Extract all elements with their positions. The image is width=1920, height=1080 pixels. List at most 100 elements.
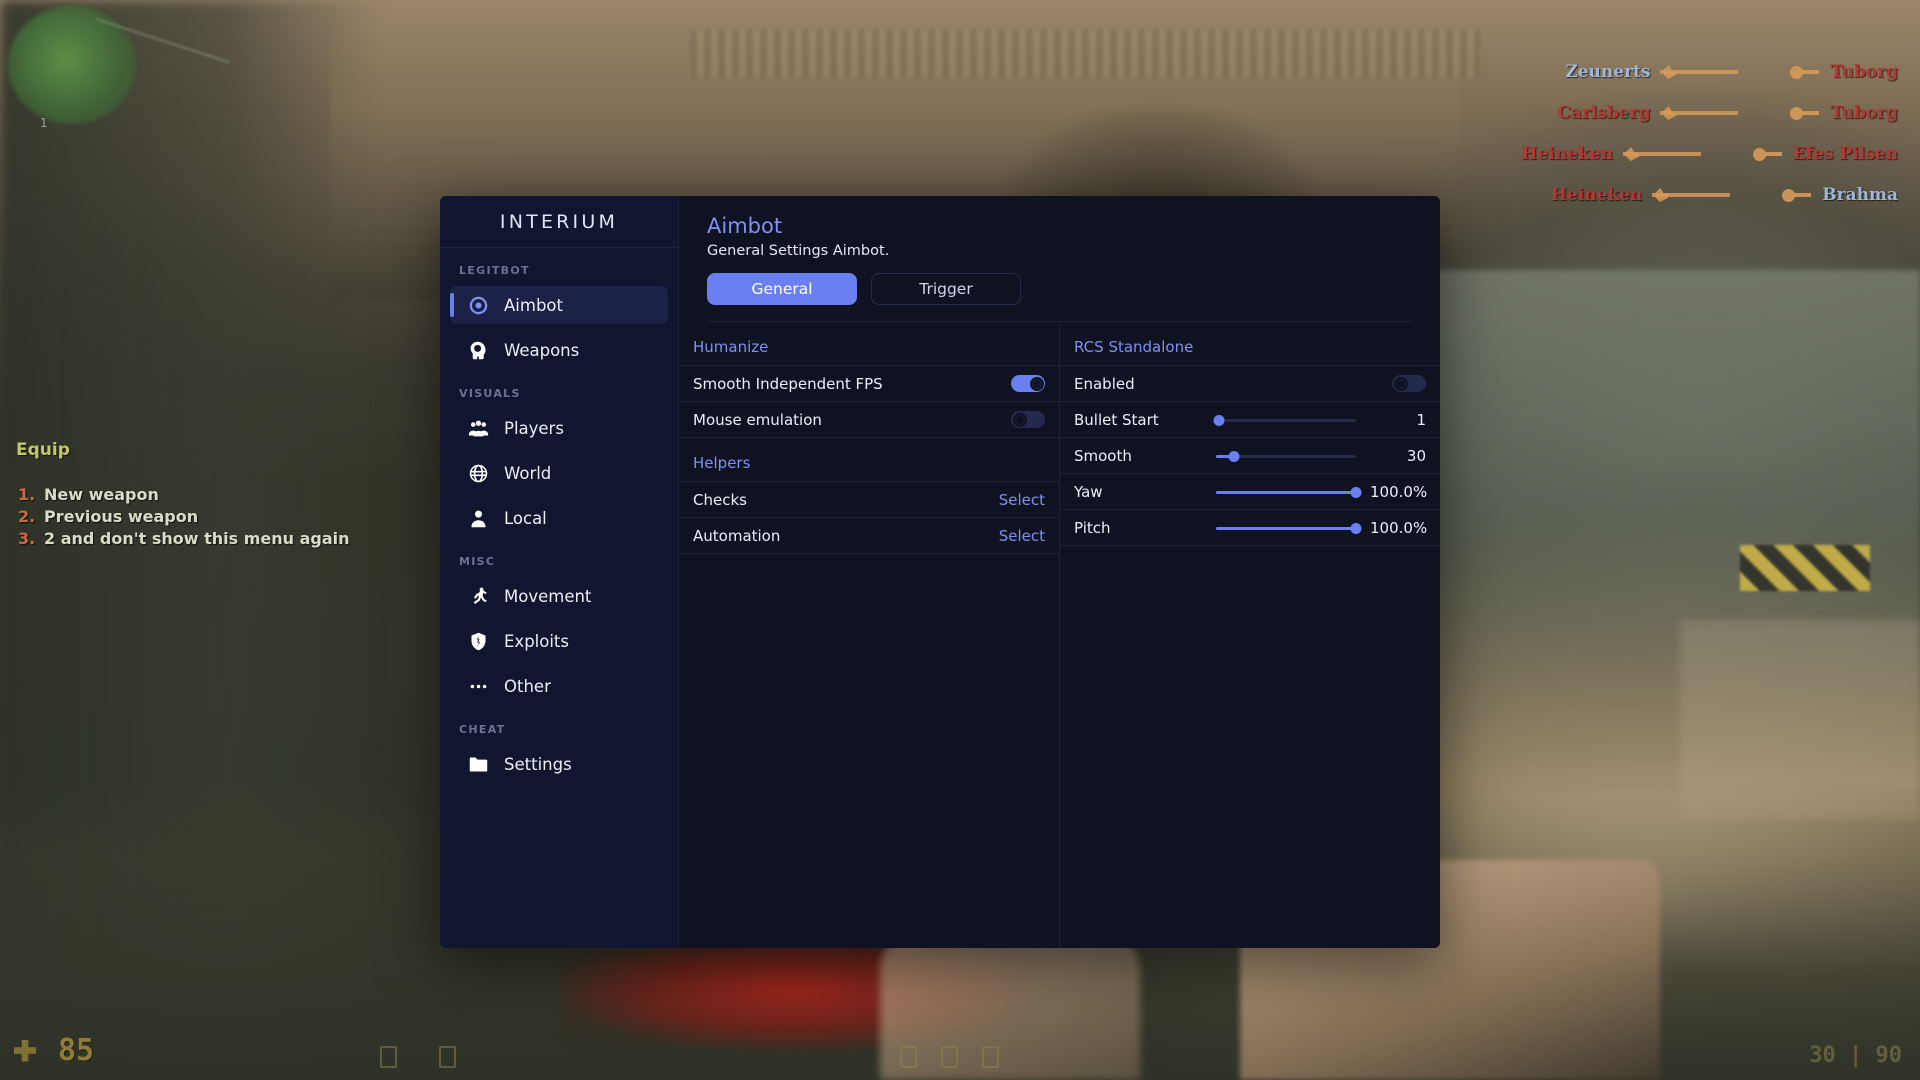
smooth-value: 30 [1406, 446, 1426, 465]
sidebar-item-world[interactable]: World [450, 454, 668, 492]
killfeed-killer-name: Carlsberg [1557, 103, 1651, 123]
sidebar-item-other[interactable]: Other [450, 667, 668, 705]
equip-option[interactable]: 3. 2 and don't show this menu again [18, 528, 350, 550]
background-hazard-stripes [1740, 545, 1870, 591]
equip-option[interactable]: 1. New weapon [18, 484, 350, 506]
head-target-icon [468, 340, 489, 361]
sidebar-item-label: Other [504, 676, 551, 696]
sidebar-item-label: Settings [504, 754, 572, 774]
sidebar-item-label: Aimbot [504, 295, 563, 315]
cracked-shield-icon [468, 631, 489, 652]
slider-thumb[interactable] [1228, 450, 1240, 462]
setting-label: Pitch [1074, 518, 1111, 537]
setting-row-checks[interactable]: Checks Select [679, 482, 1059, 518]
rifle-icon [1660, 106, 1780, 120]
nav-group-label-cheat: CHEAT [459, 723, 506, 736]
setting-row-yaw[interactable]: Yaw 100.0% [1060, 474, 1440, 510]
mouse-emulation-toggle[interactable] [1011, 411, 1045, 428]
equip-option-number: 2. [18, 507, 36, 526]
setting-label: Checks [693, 490, 747, 509]
radar-tick-label: 1 [40, 116, 48, 130]
sidebar-item-players[interactable]: Players [450, 409, 668, 447]
armor-icon [380, 1046, 397, 1068]
health-indicator: 85 [14, 1033, 94, 1068]
kill-feed: Zeunerts Tuborg Carlsberg Tuborg Heineke… [1522, 62, 1899, 205]
pitch-slider[interactable] [1216, 520, 1362, 536]
toggle-knob [1012, 412, 1027, 427]
cheat-menu-window[interactable]: INTERIUM LEGITBOT Aimbot Weapons VISUALS [440, 196, 1440, 948]
yaw-slider[interactable] [1216, 484, 1362, 500]
sidebar-item-label: Players [504, 418, 564, 438]
slider-thumb[interactable] [1350, 486, 1362, 498]
brand-title: INTERIUM [440, 196, 678, 248]
sidebar-item-aimbot[interactable]: Aimbot [450, 286, 668, 324]
bullet-start-slider[interactable] [1213, 412, 1356, 428]
sidebar-item-exploits[interactable]: Exploits [450, 622, 668, 660]
toggle-knob [1393, 376, 1408, 391]
headshot-icon [1790, 105, 1820, 121]
setting-control: Select [999, 527, 1045, 545]
sidebar-item-label: Exploits [504, 631, 569, 651]
setting-control [1392, 375, 1426, 392]
slider-thumb[interactable] [1350, 522, 1362, 534]
setting-row-smooth[interactable]: Smooth 30 [1060, 438, 1440, 474]
settings-column-right: RCS Standalone Enabled Bullet Start 1 Sm… [1060, 322, 1440, 948]
nav-group-label-misc: MISC [459, 555, 496, 568]
bullet-start-value: 1 [1416, 410, 1426, 429]
ammo-counter: 30 | 90 [1809, 1043, 1902, 1068]
slider-track [1216, 418, 1356, 422]
content-header: Aimbot General Settings Aimbot. General … [679, 196, 1440, 322]
setting-control [1011, 375, 1045, 392]
setting-row-smooth-independent-fps[interactable]: Smooth Independent FPS [679, 366, 1059, 402]
setting-row-pitch[interactable]: Pitch 100.0% [1060, 510, 1440, 546]
sidebar-item-movement[interactable]: Movement [450, 577, 668, 615]
smooth-slider[interactable] [1216, 448, 1356, 464]
setting-control: 1 [1213, 410, 1426, 429]
killfeed-killer-name: Heineken [1550, 185, 1643, 205]
tab-bar: General Trigger [707, 273, 1412, 322]
people-icon [468, 418, 489, 439]
equip-option-number: 3. [18, 529, 36, 548]
running-person-icon [468, 586, 489, 607]
nav-group-label-legitbot: LEGITBOT [459, 264, 530, 277]
equip-option[interactable]: 2. Previous weapon [18, 506, 350, 528]
automation-select-link[interactable]: Select [999, 527, 1045, 545]
tab-trigger[interactable]: Trigger [871, 273, 1021, 305]
rcs-enabled-toggle[interactable] [1392, 375, 1426, 392]
defuse-kit-icon [439, 1046, 456, 1068]
sidebar-item-local[interactable]: Local [450, 499, 668, 537]
health-value: 85 [58, 1033, 95, 1068]
hud-ammo-group [900, 1046, 999, 1068]
setting-label: Smooth [1074, 446, 1132, 465]
smooth-independent-fps-toggle[interactable] [1011, 375, 1045, 392]
page-subtitle: General Settings Aimbot. [707, 243, 890, 259]
slider-thumb[interactable] [1213, 414, 1225, 426]
setting-control: Select [999, 491, 1045, 509]
section-title-rcs-standalone: RCS Standalone [1060, 322, 1440, 366]
tab-general[interactable]: General [707, 273, 857, 305]
setting-row-rcs-enabled[interactable]: Enabled [1060, 366, 1440, 402]
crosshair-icon [468, 295, 489, 316]
setting-row-bullet-start[interactable]: Bullet Start 1 [1060, 402, 1440, 438]
nav-group-label-visuals: VISUALS [459, 387, 521, 400]
sidebar-item-settings[interactable]: Settings [450, 745, 668, 783]
sidebar: INTERIUM LEGITBOT Aimbot Weapons VISUALS [440, 196, 679, 948]
page-title: Aimbot [707, 214, 783, 238]
killfeed-killer-name: Zeunerts [1565, 62, 1651, 82]
headshot-icon [1790, 64, 1820, 80]
setting-row-mouse-emulation[interactable]: Mouse emulation [679, 402, 1059, 438]
checks-select-link[interactable]: Select [999, 491, 1045, 509]
killfeed-victim-name: Tuborg [1830, 103, 1898, 123]
game-hud-bottom-bar: 85 30 | 90 [0, 1010, 1920, 1080]
setting-control: 30 [1216, 447, 1426, 465]
kill-feed-row: Heineken Brahma [1522, 185, 1898, 205]
setting-label: Enabled [1074, 374, 1135, 393]
sidebar-item-weapons[interactable]: Weapons [450, 331, 668, 369]
slider-fill [1216, 490, 1356, 494]
radar-icon [8, 6, 136, 124]
pitch-value: 100.0% [1370, 518, 1428, 537]
content-panel: Aimbot General Settings Aimbot. General … [679, 196, 1440, 948]
equip-option-number: 1. [18, 485, 36, 504]
setting-row-automation[interactable]: Automation Select [679, 518, 1059, 554]
equip-menu-options: 1. New weapon 2. Previous weapon 3. 2 an… [18, 484, 350, 550]
